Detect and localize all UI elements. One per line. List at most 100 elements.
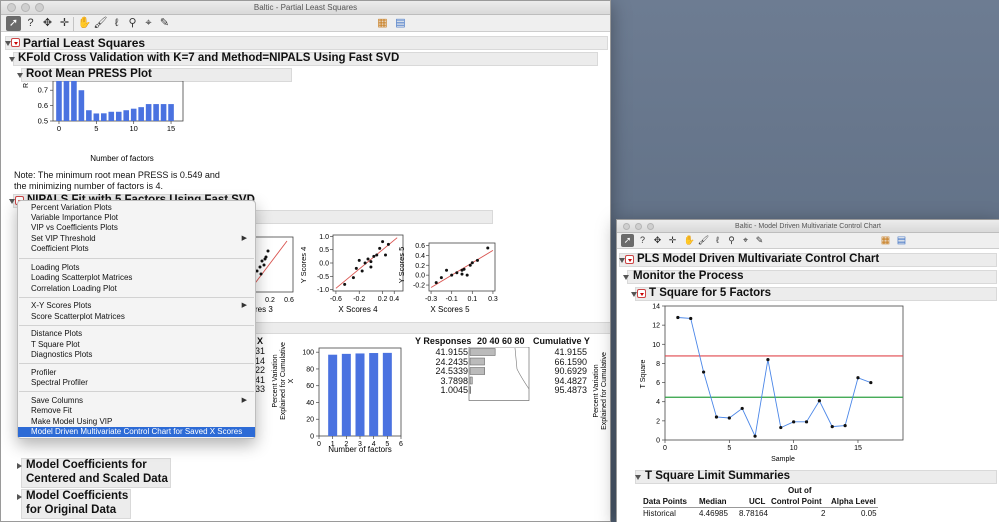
minimize-window-icon[interactable] — [635, 222, 642, 230]
scores-4-xtick-label: -0.6 — [330, 296, 342, 303]
crosshair-tool-icon[interactable]: ⌖ — [141, 16, 156, 31]
control-toolbar: ➚ ? ✥ ✛ ✋ 🖌 ℓ ⚲ ⌖ ✎ ▦ ▤ — [617, 233, 999, 249]
tsq-point — [753, 434, 757, 438]
coef-original-line-2: for Original Data — [26, 504, 117, 516]
crosshair-tool-icon[interactable]: ⌖ — [739, 234, 752, 247]
main-toolbar: ➚ ? ✥ ✛ ✋ 🖌 ℓ ⚲ ⌖ ✎ ▦ ▤ — [1, 15, 610, 32]
zoom-window-icon[interactable] — [647, 222, 654, 230]
selection-tool-icon[interactable]: ✥ — [40, 16, 55, 31]
scores-4-point — [372, 254, 376, 258]
press-axis-partial: R — [23, 83, 30, 88]
menu-item-label: Set VIP Threshold — [31, 234, 96, 243]
annotate-tool-icon[interactable]: ✎ — [753, 234, 766, 247]
menu-item-loading-scatterplot-matrices[interactable]: Loading Scatterplot Matrices — [18, 273, 255, 283]
menu-item-profiler[interactable]: Profiler — [18, 368, 255, 378]
red-triangle-menu-icon[interactable] — [625, 255, 634, 264]
tsq-frame — [664, 305, 904, 441]
disclosure-open-icon[interactable] — [623, 275, 629, 280]
window-title: Baltic - Model Driven Multivariate Contr… — [735, 223, 881, 230]
scores-5-ytick-label: 0.2 — [415, 263, 425, 270]
brush-tool-icon[interactable]: 🖌 — [697, 234, 710, 247]
menu-item-variable-importance-plot[interactable]: Variable Importance Plot — [18, 213, 255, 223]
menu-item-correlation-loading-plot[interactable]: Correlation Loading Plot — [18, 284, 255, 294]
scores-plot-5: -0.3 -0.1 0.1 0.3 -0.2 0.0 0.2 0.4 0.6 Y Scores … — [397, 242, 498, 314]
scores-5-xtick-label: 0.1 — [467, 296, 477, 303]
menu-item-spectral-profiler[interactable]: Spectral Profiler — [18, 378, 255, 388]
disclosure-closed-icon[interactable] — [17, 463, 22, 469]
move-tool-icon[interactable]: ✛ — [57, 16, 72, 31]
annotate-tool-icon[interactable]: ✎ — [157, 16, 172, 31]
red-triangle-menu-icon[interactable] — [637, 289, 646, 298]
grabber-tool-icon[interactable]: ✋ — [77, 16, 92, 31]
y-responses-header: Y Responses — [415, 336, 472, 346]
help-tool-icon[interactable]: ? — [636, 234, 649, 247]
selection-tool-icon[interactable]: ✥ — [651, 234, 664, 247]
scores-4-point — [357, 258, 361, 262]
disclosure-open-icon[interactable] — [17, 73, 23, 78]
menu-item-model-driven-control-chart[interactable]: Model Driven Multivariate Control Chart … — [18, 427, 255, 437]
data-table-icon[interactable]: ▦ — [879, 234, 892, 247]
menu-item-percent-variation-plots[interactable]: Percent Variation Plots — [18, 203, 255, 213]
press-bar — [130, 108, 137, 121]
menu-item-loading-plots[interactable]: Loading Plots — [18, 263, 255, 273]
cumulative-y-cell: 95.4873 — [554, 385, 587, 395]
brush-tool-icon[interactable]: 🖌 — [93, 16, 108, 31]
scores-5-point — [439, 276, 443, 280]
zoom-window-icon[interactable] — [35, 3, 44, 12]
scores-4-point — [354, 266, 358, 270]
scores-4-point — [366, 257, 370, 261]
menu-item-save-columns[interactable]: Save Columns ▶ — [18, 396, 255, 406]
menu-item-remove-fit[interactable]: Remove Fit — [18, 406, 255, 416]
menu-item-make-model-using-vip[interactable]: Make Model Using VIP — [18, 417, 255, 427]
red-triangle-menu-icon[interactable] — [11, 38, 20, 47]
scores-5-point — [475, 258, 479, 262]
scores-5-point — [460, 272, 464, 276]
layout-icon[interactable]: ▤ — [393, 16, 408, 31]
menu-separator — [19, 363, 254, 364]
disclosure-open-icon[interactable] — [635, 475, 641, 480]
magnifier-tool-icon[interactable]: ⚲ — [725, 234, 738, 247]
disclosure-open-icon[interactable] — [9, 57, 15, 62]
control-title-bar[interactable]: Baltic - Model Driven Multivariate Contr… — [617, 220, 999, 233]
data-table-icon[interactable]: ▦ — [375, 16, 390, 31]
lasso-tool-icon[interactable]: ℓ — [109, 16, 124, 31]
disclosure-closed-icon[interactable] — [17, 494, 22, 500]
help-tool-icon[interactable]: ? — [23, 16, 38, 31]
menu-item-distance-plots[interactable]: Distance Plots — [18, 329, 255, 339]
close-window-icon[interactable] — [7, 3, 16, 12]
cum-x-ylabel-3: X — [288, 378, 295, 383]
scores-5-ytick-label: -0.2 — [413, 283, 425, 290]
menu-item-set-vip-threshold[interactable]: Set VIP Threshold ▶ — [18, 234, 255, 244]
menu-item-xy-scores-plots[interactable]: X-Y Scores Plots ▶ — [18, 301, 255, 311]
magnifier-tool-icon[interactable]: ⚲ — [125, 16, 140, 31]
y-resp-bar — [469, 376, 473, 385]
tsq-xlabel: Sample — [771, 456, 795, 463]
minimize-window-icon[interactable] — [21, 3, 30, 12]
tsq-ytick-label: 0 — [656, 438, 660, 445]
tsq-ytick-label: 12 — [652, 323, 660, 330]
t-square-chart: T Square 0 2 4 6 8 10 12 14 0 5 10 15 Sample — [640, 304, 904, 463]
tsq-xtick-label: 15 — [854, 445, 862, 452]
tsq-point — [779, 425, 783, 430]
scores-3-xtick-label: 0.6 — [284, 297, 294, 304]
kfold-title: KFold Cross Validation with K=7 and Meth… — [18, 52, 400, 64]
press-plot-area: 0.5 0.6 0.7 0 5 10 15 — [38, 81, 184, 133]
menu-item-t-square-plot[interactable]: T Square Plot — [18, 340, 255, 350]
layout-icon[interactable]: ▤ — [895, 234, 908, 247]
main-title-bar[interactable]: Baltic - Partial Least Squares — [1, 1, 610, 15]
cell-ucl: 8.78164 — [739, 509, 768, 518]
tsq-xtick-label: 5 — [727, 445, 731, 452]
toolbar-separator — [73, 17, 74, 31]
menu-item-vip-vs-coefficients[interactable]: VIP vs Coefficients Plots — [18, 223, 255, 233]
menu-item-coefficient-plots[interactable]: Coefficient Plots — [18, 244, 255, 254]
move-tool-icon[interactable]: ✛ — [666, 234, 679, 247]
arrow-tool-icon[interactable]: ➚ — [6, 16, 21, 31]
arrow-tool-icon[interactable]: ➚ — [621, 234, 634, 247]
menu-item-score-scatterplot-matrices[interactable]: Score Scatterplot Matrices — [18, 312, 255, 322]
lasso-tool-icon[interactable]: ℓ — [711, 234, 724, 247]
scores-3-point — [258, 265, 262, 269]
cum-x-ytick-label: 100 — [302, 350, 314, 357]
menu-item-diagnostics-plots[interactable]: Diagnostics Plots — [18, 350, 255, 360]
grabber-tool-icon[interactable]: ✋ — [683, 234, 696, 247]
close-window-icon[interactable] — [623, 222, 630, 230]
